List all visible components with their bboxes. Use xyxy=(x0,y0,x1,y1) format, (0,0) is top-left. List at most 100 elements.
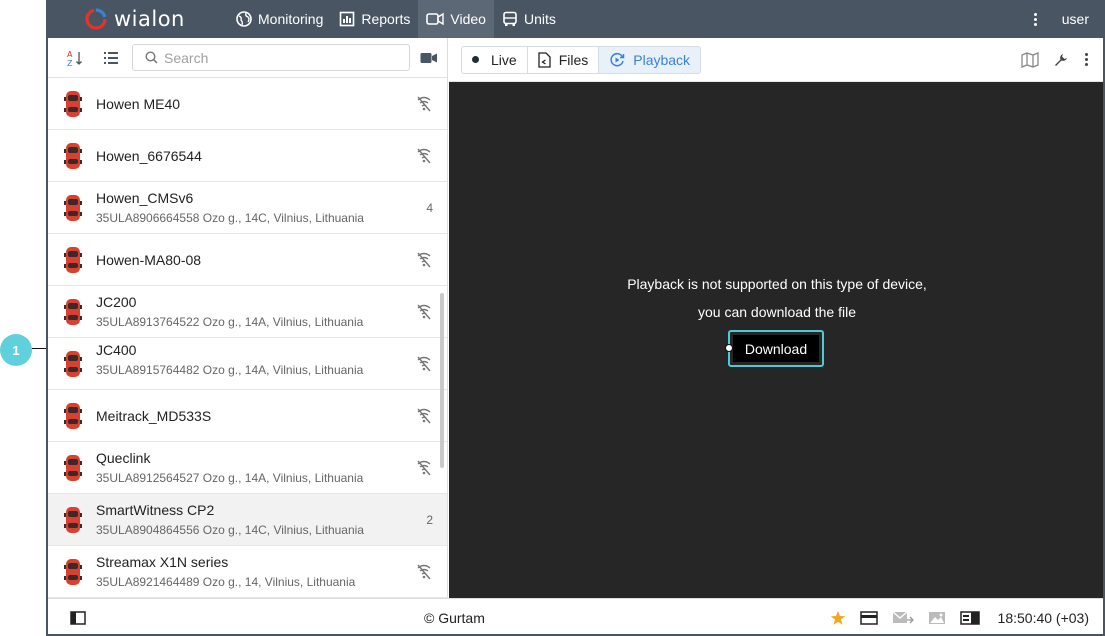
wialon-logo[interactable]: wialon xyxy=(84,7,224,31)
unit-address: 35ULA8915764482 Ozo g., 14A, Vilnius, Li… xyxy=(96,363,364,377)
unit-row-howen-ma80-08[interactable]: Howen-MA80-08 xyxy=(48,234,447,286)
video-mode-switch: Live Files Playback xyxy=(461,45,702,74)
panel-toggle-icon[interactable] xyxy=(70,610,86,625)
sort-az-icon[interactable]: A Z xyxy=(64,47,86,69)
more-icon[interactable] xyxy=(1083,53,1089,66)
nav-video[interactable]: Video xyxy=(418,0,494,38)
camera-count: 4 xyxy=(426,201,433,215)
main-nav: Monitoring Reports Video Units xyxy=(228,0,564,38)
top-bar: wialon Monitoring Reports Video Units us… xyxy=(48,0,1103,38)
video-toolbar: Live Files Playback xyxy=(449,38,1103,82)
app-window: wialon Monitoring Reports Video Units us… xyxy=(46,0,1105,636)
unit-row-jc200[interactable]: JC200 35ULA8913764522 Ozo g., 14A, Vilni… xyxy=(48,286,447,338)
car-icon xyxy=(64,91,82,117)
no-connection-icon xyxy=(415,286,433,338)
nav-reports[interactable]: Reports xyxy=(331,0,418,38)
wrench-icon[interactable] xyxy=(1053,52,1069,68)
unit-address: 35ULA8904864556 Ozo g., 14C, Vilnius, Li… xyxy=(96,523,364,537)
star-icon[interactable] xyxy=(830,610,846,626)
download-button[interactable]: Download xyxy=(733,335,819,362)
footer-actions: 18:50:40 (+03) xyxy=(830,610,1089,626)
unit-row-jc400[interactable]: JC400 35ULA8915764482 Ozo g., 14A, Vilni… xyxy=(48,338,447,390)
nav-video-label: Video xyxy=(450,11,486,27)
camera-filter-icon[interactable] xyxy=(418,47,440,69)
unit-row-howen-6676544[interactable]: Howen_6676544 xyxy=(48,130,447,182)
unit-address: 35ULA8913764522 Ozo g., 14A, Vilnius, Li… xyxy=(96,315,364,329)
nav-monitoring[interactable]: Monitoring xyxy=(228,0,331,38)
unit-name: Howen ME40 xyxy=(96,95,181,112)
unit-row-howen-me40[interactable]: Howen ME40 xyxy=(48,78,447,130)
file-icon xyxy=(538,51,551,68)
no-connection-icon xyxy=(415,78,433,130)
nav-units-label: Units xyxy=(523,11,556,27)
car-icon xyxy=(64,403,82,429)
user-menu[interactable]: user xyxy=(1062,11,1089,27)
search-icon xyxy=(145,51,158,64)
mode-playback-label: Playback xyxy=(633,51,691,68)
image-icon[interactable] xyxy=(928,611,946,625)
video-toolbar-actions xyxy=(1021,51,1089,68)
car-icon xyxy=(64,507,82,533)
reports-icon xyxy=(340,11,355,27)
unit-list: Howen ME40 Howen_6676544 Howen_CMSv6 35U… xyxy=(48,78,447,598)
unit-name: Queclink xyxy=(96,450,151,466)
mode-files[interactable]: Files xyxy=(528,46,600,73)
wialon-logo-icon xyxy=(85,8,107,30)
annotation-callout-badge: 1 xyxy=(0,334,32,366)
unit-name: Meitrack_MD533S xyxy=(96,407,212,424)
wallet-icon[interactable] xyxy=(859,610,878,625)
no-connection-icon xyxy=(415,390,433,442)
search-box[interactable] xyxy=(132,44,410,71)
unit-list-toolbar: A Z xyxy=(48,38,447,78)
unit-name: JC400 xyxy=(96,342,137,358)
car-icon xyxy=(64,351,82,377)
list-view-icon[interactable] xyxy=(100,47,122,69)
playback-unsupported-message: Playback is not supported on this type o… xyxy=(627,276,927,292)
more-menu-icon[interactable] xyxy=(1026,12,1046,26)
unit-row-howen-cmsv6[interactable]: Howen_CMSv6 35ULA8906664558 Ozo g., 14C,… xyxy=(48,182,447,234)
no-connection-icon xyxy=(415,546,433,598)
mode-playback[interactable]: Playback xyxy=(599,46,701,73)
unit-list-panel: A Z Search Howen ME40 Howen_6676544 Howe… xyxy=(48,38,448,598)
dot-icon xyxy=(472,56,479,63)
unit-name: Streamax X1N series xyxy=(96,554,229,570)
bus-icon xyxy=(503,11,517,26)
annotation-callout-anchor xyxy=(725,344,733,352)
mode-live-label: Live xyxy=(491,51,517,68)
camera-count: 2 xyxy=(426,513,433,527)
unit-address: 35ULA8921464489 Ozo g., 14, Vilnius, Lit… xyxy=(96,575,356,589)
unit-list-scrollbar[interactable] xyxy=(440,293,444,468)
unit-name: Howen_CMSv6 xyxy=(96,190,194,206)
search-input[interactable] xyxy=(164,49,394,66)
logo-text: wialon xyxy=(114,7,185,31)
download-hint-message: you can download the file xyxy=(698,304,856,320)
car-icon xyxy=(64,559,82,585)
car-icon xyxy=(64,195,82,221)
download-button-frame: Download xyxy=(728,330,824,367)
car-icon xyxy=(64,247,82,273)
no-connection-icon xyxy=(415,130,433,182)
unit-row-streamax-x1n[interactable]: Streamax X1N series 35ULA8921464489 Ozo … xyxy=(48,546,447,598)
unit-row-smartwitness-cp2[interactable]: SmartWitness CP2 35ULA8904864556 Ozo g.,… xyxy=(48,494,447,546)
mail-icon[interactable] xyxy=(892,611,914,625)
unit-address: 35ULA8912564527 Ozo g., 14A, Vilnius, Li… xyxy=(96,471,364,485)
car-icon xyxy=(64,455,82,481)
map-icon[interactable] xyxy=(1021,51,1039,68)
unit-row-queclink[interactable]: Queclink 35ULA8912564527 Ozo g., 14A, Vi… xyxy=(48,442,447,494)
unit-row-meitrack-md533s[interactable]: Meitrack_MD533S xyxy=(48,390,447,442)
nav-monitoring-label: Monitoring xyxy=(258,11,324,27)
svg-text:Z: Z xyxy=(67,59,73,67)
nav-units[interactable]: Units xyxy=(494,0,564,38)
unit-address: 35ULA8906664558 Ozo g., 14C, Vilnius, Li… xyxy=(96,211,364,225)
topbar-right: user xyxy=(1026,0,1103,38)
footer-bar: © Gurtam 18:50:40 (+03) xyxy=(48,598,1103,634)
playback-icon xyxy=(610,52,625,66)
video-icon xyxy=(426,12,445,26)
unit-name: Howen-MA80-08 xyxy=(96,251,202,268)
layout-icon[interactable] xyxy=(959,610,980,625)
mode-files-label: Files xyxy=(558,51,589,68)
car-icon xyxy=(64,143,82,169)
mode-live[interactable]: Live xyxy=(462,46,528,73)
globe-icon xyxy=(236,11,252,27)
unit-name: SmartWitness CP2 xyxy=(96,502,215,518)
